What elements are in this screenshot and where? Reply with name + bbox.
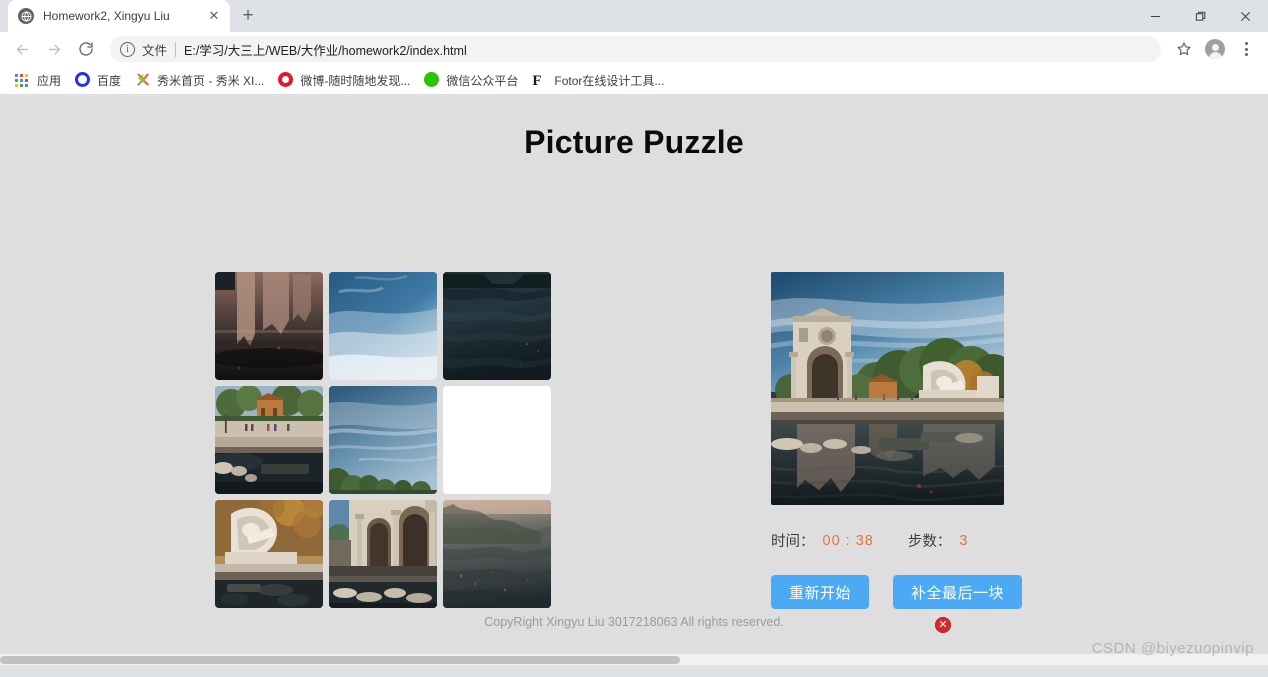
- toolbar-right-actions: [1167, 35, 1260, 63]
- xiumi-icon: [135, 72, 151, 88]
- tile-reflection-building[interactable]: [215, 272, 323, 380]
- globe-icon: [18, 8, 34, 24]
- bookmark-label: 微信公众平台: [446, 73, 519, 88]
- page-footer: CopyRight Xingyu Liu 3017218063 All righ…: [484, 615, 784, 629]
- omnibox-url-text: E:/学习/大三上/WEB/大作业/homework2/index.html: [184, 43, 467, 58]
- tile-campus-trees-plaza[interactable]: [215, 386, 323, 494]
- baidu-icon: [75, 72, 91, 88]
- wechat-icon: [424, 72, 440, 88]
- window-controls: [1133, 0, 1268, 32]
- tile-sky-with-treetops[interactable]: [329, 386, 437, 494]
- browser-tab[interactable]: Homework2, Xingyu Liu ✕: [8, 0, 230, 32]
- reference-image: [771, 272, 1004, 505]
- avatar: [1205, 39, 1225, 59]
- weibo-icon: [278, 72, 294, 88]
- tile-empty-slot[interactable]: [443, 386, 551, 494]
- kebab-menu-icon[interactable]: [1232, 35, 1260, 63]
- scrollbar-thumb[interactable]: [0, 656, 680, 664]
- bookmark-wechat[interactable]: 微信公众平台: [417, 69, 525, 92]
- minimize-icon[interactable]: [1133, 0, 1178, 32]
- new-tab-button[interactable]: +: [234, 2, 262, 30]
- page-viewport: Picture Puzzle 时间： 00: 38 步数： 3 重新开始 补全…: [0, 96, 1268, 665]
- bookmarks-bar: 应用 百度 秀米首页 - 秀米 XI... 微博-随时随地发现... 微信公众平…: [0, 66, 1268, 95]
- tile-water-reflection-trees[interactable]: [443, 500, 551, 608]
- bookmark-label: 秀米首页 - 秀米 XI...: [157, 73, 265, 88]
- time-label: 时间：: [771, 534, 815, 550]
- tab-close-icon[interactable]: ✕: [206, 8, 222, 24]
- reload-button[interactable]: [72, 35, 100, 63]
- tile-dark-water[interactable]: [443, 272, 551, 380]
- game-area: 时间： 00 : 38 步数： 3 重新开始 补全最后一块 ✕: [0, 161, 1268, 633]
- tile-blue-sky-clouds[interactable]: [329, 272, 437, 380]
- fotor-icon: F: [532, 73, 542, 89]
- tile-stone-sculpture[interactable]: [215, 500, 323, 608]
- page-title: Picture Puzzle: [524, 124, 744, 160]
- bookmark-baidu[interactable]: 百度: [68, 69, 128, 92]
- browser-toolbar: i 文件 E:/学习/大三上/WEB/大作业/homework2/index.h…: [0, 32, 1268, 66]
- bookmark-weibo[interactable]: 微博-随时随地发现...: [271, 69, 417, 92]
- tab-title: Homework2, Xingyu Liu: [43, 9, 170, 23]
- maximize-icon[interactable]: [1178, 0, 1223, 32]
- omnibox-divider: [175, 41, 177, 57]
- forward-button[interactable]: [40, 35, 68, 63]
- steps-value: 3: [959, 532, 969, 549]
- omnibox-scheme-label: 文件: [142, 43, 168, 58]
- bookmark-fotor[interactable]: F Fotor在线设计工具...: [525, 69, 671, 92]
- bookmark-label: 微博-随时随地发现...: [300, 73, 411, 88]
- status-row: 时间： 00 : 38 步数： 3: [771, 530, 968, 551]
- bookmark-xiumi[interactable]: 秀米首页 - 秀米 XI...: [128, 69, 271, 92]
- puzzle-page: Picture Puzzle 时间： 00: 38 步数： 3 重新开始 补全…: [0, 96, 1268, 665]
- close-icon[interactable]: [1223, 0, 1268, 32]
- back-button[interactable]: [8, 35, 36, 63]
- time-value: 00 : 38: [822, 532, 874, 549]
- restart-button[interactable]: 重新开始: [771, 575, 870, 609]
- tile-stone-archway[interactable]: [329, 500, 437, 608]
- bookmark-apps[interactable]: 应用: [8, 69, 68, 92]
- apps-grid-icon: [15, 72, 31, 88]
- puzzle-board[interactable]: [215, 272, 551, 608]
- steps-label: 步数：: [907, 534, 952, 550]
- control-buttons: 重新开始 补全最后一块: [771, 575, 1023, 609]
- bookmark-label: 百度: [97, 73, 122, 88]
- complete-last-piece-button[interactable]: 补全最后一块: [893, 575, 1023, 609]
- profile-avatar-icon[interactable]: [1201, 35, 1229, 63]
- browser-window: Homework2, Xingyu Liu ✕ + i 文件 E:/学习/大三上…: [0, 0, 1268, 677]
- site-info-icon[interactable]: i: [120, 41, 135, 57]
- bookmark-star-icon[interactable]: [1170, 35, 1198, 63]
- bookmark-label: Fotor在线设计工具...: [554, 73, 665, 88]
- address-bar[interactable]: i 文件 E:/学习/大三上/WEB/大作业/homework2/index.h…: [110, 36, 1161, 62]
- bookmark-label: 应用: [37, 73, 62, 88]
- horizontal-scrollbar[interactable]: [0, 653, 1268, 665]
- tab-strip: Homework2, Xingyu Liu ✕ +: [0, 0, 1268, 32]
